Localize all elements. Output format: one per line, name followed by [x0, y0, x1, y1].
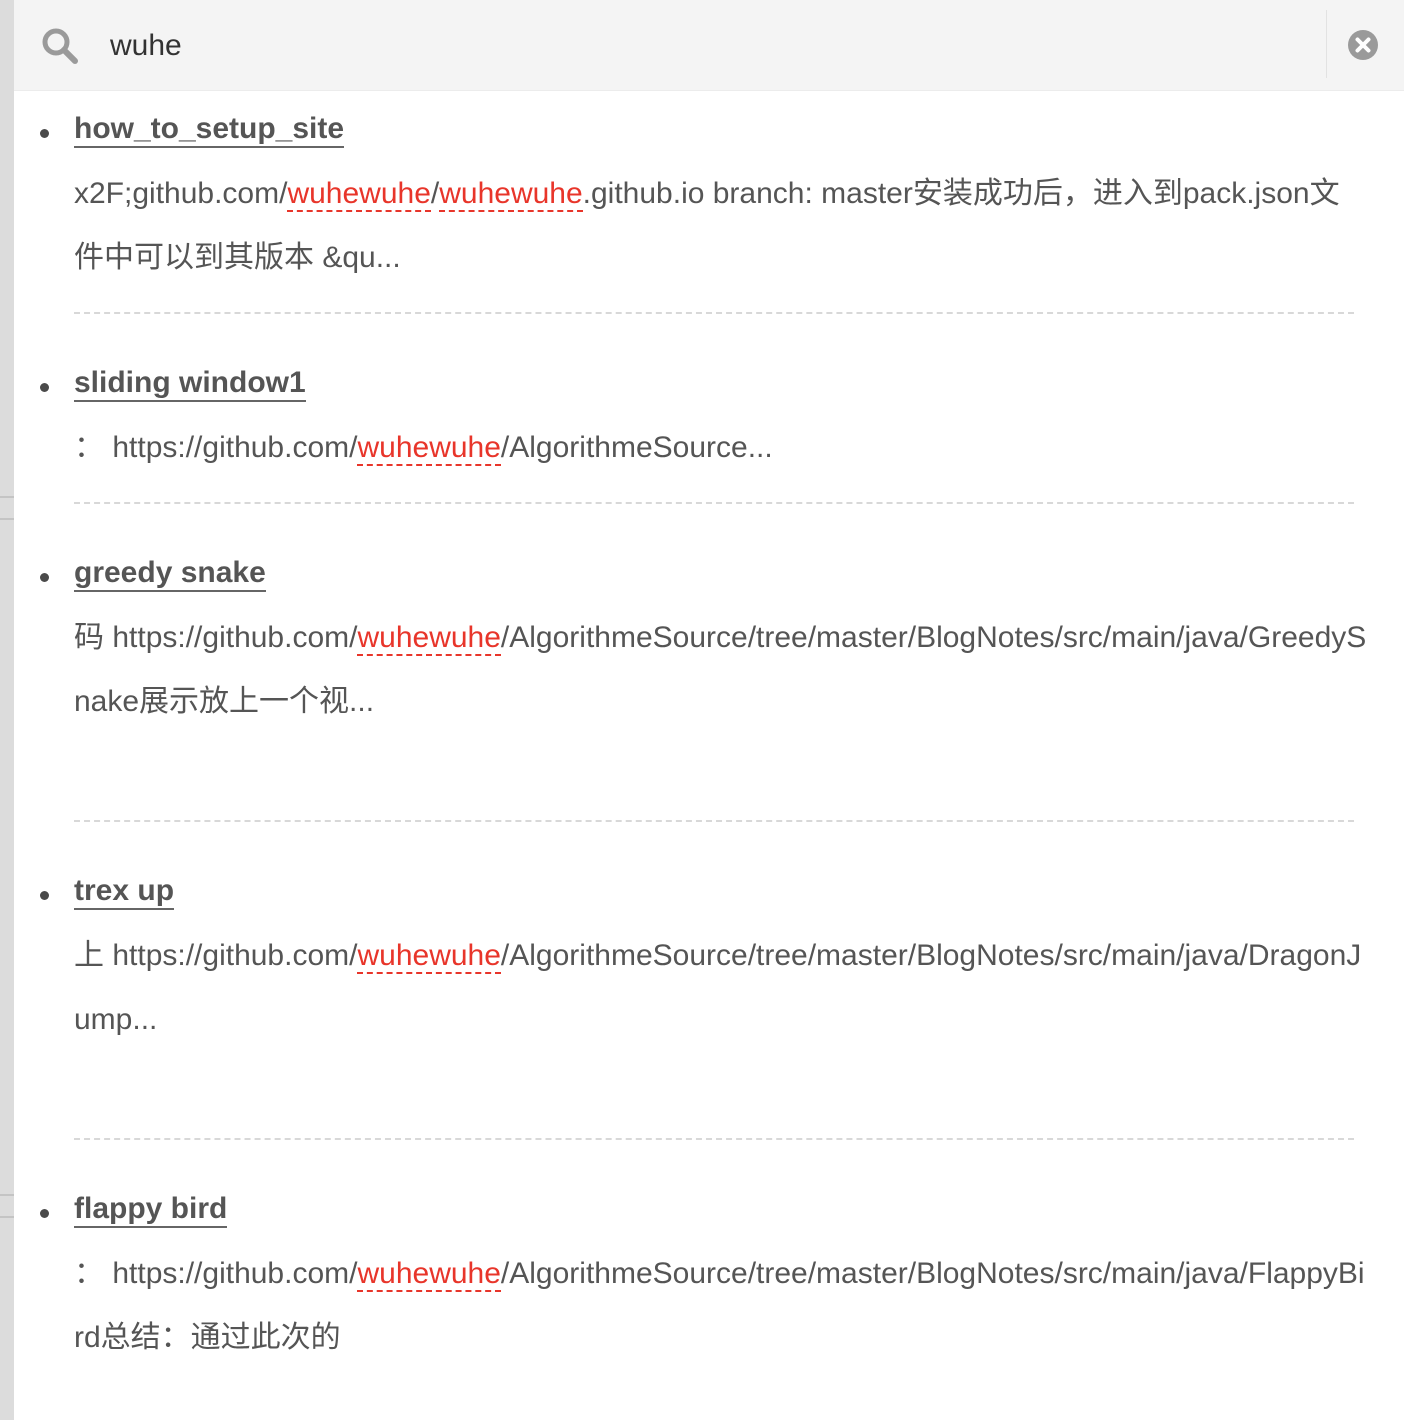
bullet-icon: [40, 129, 49, 138]
result-title-link[interactable]: how_to_setup_site: [74, 112, 345, 148]
search-input[interactable]: [106, 18, 1314, 74]
background-divider: [0, 1194, 14, 1196]
match-highlight: wuhewuhe: [287, 177, 431, 212]
result-title-link[interactable]: trex up: [74, 874, 175, 910]
search-bar: [14, 0, 1404, 91]
background-divider: [0, 496, 14, 498]
close-icon[interactable]: [1347, 29, 1379, 61]
search-icon: [42, 28, 78, 64]
excerpt-text: x2F;github.com/: [74, 177, 288, 210]
background-divider: [0, 518, 14, 520]
result-excerpt: x2F;github.com/wuhewuhe/wuhewuhe.github.…: [74, 162, 1368, 290]
bullet-icon: [40, 573, 49, 582]
bullet-icon: [40, 383, 49, 392]
excerpt-text: 码 https://github.com/: [74, 621, 358, 654]
excerpt-text: ： https://github.com/: [74, 431, 358, 464]
search-popup: how_to_setup_site x2F;github.com/wuhewuhe…: [14, 0, 1404, 1420]
background-page-edge: [0, 0, 14, 1420]
result-excerpt: 码 https://github.com/wuhewuhe/Algorithme…: [74, 606, 1368, 734]
bullet-icon: [40, 1209, 49, 1218]
search-result-item: how_to_setup_site x2F;github.com/wuhewuhe…: [14, 112, 1404, 274]
search-result-item: sliding window1 ： https://github.com/wuhe…: [14, 366, 1404, 466]
search-result-item: greedy snake 码 https://github.com/wuhewuh…: [14, 556, 1404, 718]
result-excerpt: ： https://github.com/wuhewuhe/Algorithme…: [74, 1242, 1368, 1370]
result-title-link[interactable]: sliding window1: [74, 366, 306, 402]
match-highlight: wuhewuhe: [357, 1257, 501, 1292]
search-result-item: flappy bird ： https://github.com/wuhewuhe…: [14, 1192, 1404, 1354]
background-divider: [0, 1216, 14, 1218]
result-excerpt: ： https://github.com/wuhewuhe/Algorithme…: [74, 416, 1368, 480]
search-result-item: trex up 上 https://github.com/wuhewuhe/Alg…: [14, 874, 1404, 1036]
result-separator: [74, 820, 1354, 822]
match-highlight: wuhewuhe: [357, 431, 501, 466]
excerpt-text: /AlgorithmeSource...: [500, 431, 773, 464]
bullet-icon: [40, 891, 49, 900]
result-separator: [74, 1138, 1354, 1140]
excerpt-text: ： https://github.com/: [74, 1257, 358, 1290]
result-separator: [74, 312, 1354, 314]
excerpt-text: /: [430, 177, 440, 210]
excerpt-text: 上 https://github.com/: [74, 939, 358, 972]
result-title-link[interactable]: greedy snake: [74, 556, 266, 592]
match-highlight: wuhewuhe: [357, 621, 501, 656]
result-excerpt: 上 https://github.com/wuhewuhe/Algorithme…: [74, 924, 1368, 1052]
match-highlight: wuhewuhe: [439, 177, 583, 212]
match-highlight: wuhewuhe: [357, 939, 501, 974]
result-separator: [74, 502, 1354, 504]
result-title-link[interactable]: flappy bird: [74, 1192, 228, 1228]
search-divider: [1326, 10, 1327, 78]
